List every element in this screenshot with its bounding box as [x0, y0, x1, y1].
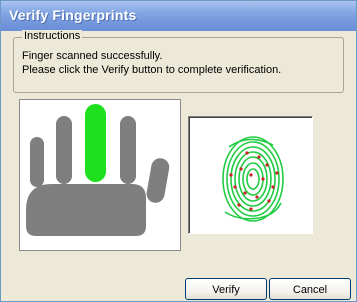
cancel-button-label: Cancel — [292, 284, 328, 296]
palm — [26, 184, 146, 236]
fingerprint-image — [222, 136, 284, 222]
thumb — [146, 158, 170, 203]
window-title: Verify Fingerprints — [9, 7, 137, 23]
fingerprint-image-panel — [188, 116, 313, 234]
index-finger — [120, 116, 136, 184]
verify-button-label: Verify — [212, 284, 240, 296]
title-bar[interactable]: Verify Fingerprints — [1, 1, 356, 31]
instruction-line-1: Finger scanned successfully. — [22, 50, 163, 62]
middle-finger-highlighted — [85, 104, 106, 182]
hand-diagram-panel — [19, 99, 181, 251]
hand-diagram — [26, 104, 170, 236]
verify-fingerprints-dialog: Verify Fingerprints Instructions Finger … — [0, 0, 357, 302]
instructions-legend: Instructions — [22, 30, 83, 42]
little-finger — [30, 137, 44, 187]
cancel-button[interactable]: Cancel — [269, 278, 351, 300]
verify-button[interactable]: Verify — [185, 278, 267, 300]
ring-finger — [56, 116, 72, 184]
instruction-line-2: Please click the Verify button to comple… — [22, 64, 282, 76]
instructions-group: Instructions Finger scanned successfully… — [13, 30, 344, 93]
